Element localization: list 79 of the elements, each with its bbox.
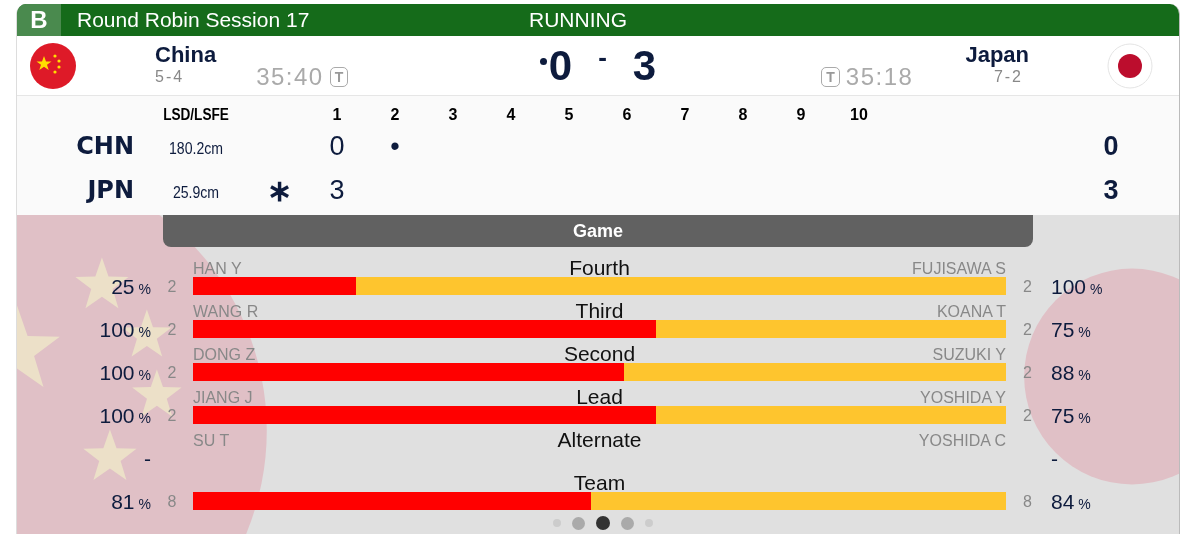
lsfe-mark: ∗ xyxy=(266,172,293,208)
end-number: 2 xyxy=(389,106,401,124)
shot-count: 8 xyxy=(1022,492,1033,510)
shot-count: 2 xyxy=(1022,363,1033,381)
player-name: YOSHIDA C xyxy=(917,432,1006,450)
player-name: JIANG J xyxy=(193,389,254,407)
percentage: 100 % xyxy=(98,320,151,338)
percentage: 100 % xyxy=(98,363,151,381)
column-header: LSD/LSFE xyxy=(162,106,230,124)
player-name: WANG R xyxy=(193,303,260,321)
badge: B xyxy=(17,4,61,36)
end-number: 5 xyxy=(563,106,575,124)
flag-icon xyxy=(1107,42,1153,89)
team-name: China xyxy=(155,41,217,68)
total-score: 0 xyxy=(1102,130,1120,162)
position-label: Second xyxy=(563,342,636,366)
percentage: 75 % xyxy=(1050,406,1092,424)
timeout-button[interactable]: T xyxy=(821,67,840,87)
player-name: FUJISAWA S xyxy=(911,260,1006,278)
player-name: HAN Y xyxy=(193,260,243,278)
game-clock: 35:40 xyxy=(256,63,324,91)
lsd-value: 180.2cm xyxy=(168,140,224,158)
team-record: 7-2 xyxy=(993,67,1023,86)
player-name: KOANA T xyxy=(935,303,1006,321)
percentage: 88 % xyxy=(1050,363,1092,381)
end-number: 7 xyxy=(679,106,691,124)
team-name: Japan xyxy=(965,41,1029,68)
shot-count: 2 xyxy=(1022,320,1033,338)
percentage: 25 % xyxy=(110,277,151,295)
position-label: Fourth xyxy=(569,256,630,280)
shot-count: 2 xyxy=(166,406,178,424)
end-score: 0 xyxy=(328,130,346,162)
player-name: SUZUKI Y xyxy=(931,346,1006,364)
end-number: 10 xyxy=(849,106,869,124)
player-name: DONG Z xyxy=(193,346,257,364)
position-label: Third xyxy=(575,299,624,323)
shot-count: 2 xyxy=(166,363,178,381)
percentage: 75 % xyxy=(1050,320,1092,338)
player-name: YOSHIDA Y xyxy=(919,389,1006,407)
flag-icon xyxy=(30,42,76,89)
team-code: CHN xyxy=(75,132,135,160)
team-record: 5-4 xyxy=(155,67,185,86)
shot-count: 2 xyxy=(166,320,178,338)
end-number: 8 xyxy=(737,106,749,124)
percentage: 100 % xyxy=(98,406,151,424)
position-label: Alternate xyxy=(557,428,642,452)
percentage: 100 % xyxy=(1050,277,1104,295)
team-code: JPN xyxy=(85,176,135,204)
position-label: Lead xyxy=(576,385,623,409)
lsd-value: 25.9cm xyxy=(171,184,221,202)
page-dot[interactable] xyxy=(572,516,585,530)
team-score: 3 xyxy=(632,41,657,90)
end-score: • xyxy=(389,130,401,162)
percentage: 84 % xyxy=(1050,492,1092,510)
page-dot[interactable] xyxy=(621,516,634,530)
page-dot[interactable] xyxy=(596,516,610,530)
end-number: 1 xyxy=(331,106,343,124)
game-clock: 35:18 xyxy=(845,63,914,91)
timeout-button[interactable]: T xyxy=(329,67,349,87)
score-separator: - xyxy=(598,42,607,73)
shot-count: 2 xyxy=(1022,406,1033,424)
end-number: 9 xyxy=(795,106,807,124)
end-number: 3 xyxy=(447,106,459,124)
player-name: SU T xyxy=(193,432,231,450)
position-label: Team xyxy=(573,471,626,495)
section-header: Game xyxy=(163,215,1033,247)
total-score: 3 xyxy=(1102,174,1120,206)
end-number: 6 xyxy=(621,106,633,124)
shot-count: 2 xyxy=(1022,277,1033,295)
percentage: - xyxy=(1050,449,1059,467)
end-number: 4 xyxy=(505,106,517,124)
shot-count: 2 xyxy=(166,277,178,295)
team-score: 0 xyxy=(548,41,573,90)
percentage: - xyxy=(143,449,151,467)
status-label: RUNNING xyxy=(529,8,627,32)
session-title: Round Robin Session 17 xyxy=(77,8,311,32)
shot-count: 8 xyxy=(166,492,178,510)
percentage: 81 % xyxy=(110,492,151,510)
end-score: 3 xyxy=(328,174,346,206)
